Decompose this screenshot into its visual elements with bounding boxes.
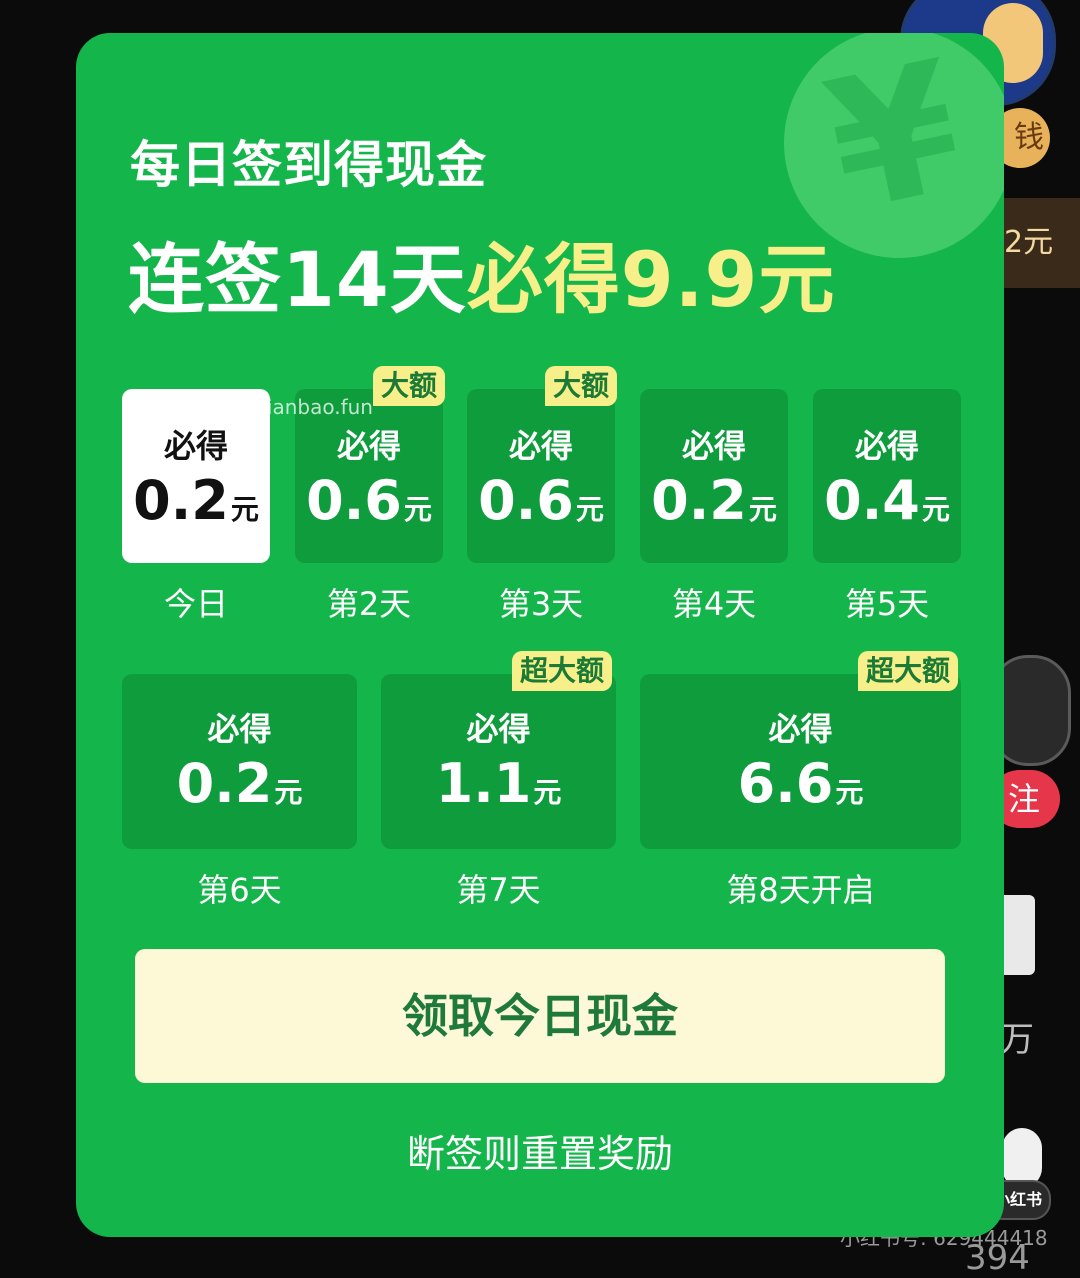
tile-amount: 0.6元 (478, 469, 604, 532)
day-label-2: 第2天 (326, 585, 412, 623)
card-headline: 连签14天必得9.9元 (128, 218, 835, 328)
background-count-unit: 万 (1000, 1020, 1034, 1060)
tile-must-label: 必得 (681, 427, 746, 465)
day-tile-6[interactable]: 必得 0.2元 (122, 674, 357, 849)
card-title: 每日签到得现金 (130, 136, 487, 194)
day-tile-5[interactable]: 必得 0.4元 (813, 389, 961, 563)
day-label-4: 第4天 (671, 585, 757, 623)
day-tile-7[interactable]: 必得 1.1元 (381, 674, 616, 849)
daily-checkin-card: ¥ 每日签到得现金 连签14天必得9.9元 必得 0.2元 今日 必得 0.6元… (76, 33, 1004, 1237)
tile-must-label: 必得 (207, 710, 272, 748)
claim-today-cash-button[interactable]: 领取今日现金 (135, 949, 945, 1083)
day-label-1: 今日 (163, 585, 228, 623)
tile-must-label: 必得 (768, 710, 833, 748)
background-count: 394 (965, 1238, 1030, 1278)
day-tile-8[interactable]: 必得 6.6元 (640, 674, 961, 849)
tile-must-label: 必得 (336, 427, 401, 465)
tile-must-label: 必得 (466, 710, 531, 748)
reset-rule-note: 断签则重置奖励 (406, 1132, 673, 1176)
tile-amount: 0.2元 (133, 469, 259, 532)
day-tile-3[interactable]: 必得 0.6元 (467, 389, 615, 563)
big-amount-badge: 大额 (545, 366, 618, 406)
day-label-5: 第5天 (844, 585, 930, 623)
super-big-amount-badge: 超大额 (512, 651, 613, 691)
headline-reward: 必得9.9元 (466, 235, 836, 324)
headline-streak: 连签14天 (128, 235, 467, 324)
tile-must-label: 必得 (508, 427, 573, 465)
tile-amount: 0.2元 (651, 469, 777, 532)
big-amount-badge: 大额 (373, 366, 446, 406)
day-label-7: 第7天 (456, 871, 541, 909)
tile-amount: 6.6元 (737, 752, 864, 815)
day-label-3: 第3天 (498, 585, 584, 623)
day-label-6: 第6天 (197, 871, 282, 909)
site-watermark: 线报酷-new.xianbao.fun (142, 395, 373, 419)
super-big-amount-badge: 超大额 (858, 651, 959, 691)
tile-must-label: 必得 (854, 427, 919, 465)
tile-amount: 0.6元 (306, 469, 432, 532)
day-tile-4[interactable]: 必得 0.2元 (640, 389, 788, 563)
tile-must-label: 必得 (163, 427, 228, 465)
day-label-8: 第8天开启 (726, 871, 875, 909)
tile-amount: 0.2元 (176, 752, 303, 815)
background-comment-icon (1002, 1128, 1042, 1188)
tile-amount: 0.4元 (824, 469, 950, 532)
tile-amount: 1.1元 (435, 752, 562, 815)
